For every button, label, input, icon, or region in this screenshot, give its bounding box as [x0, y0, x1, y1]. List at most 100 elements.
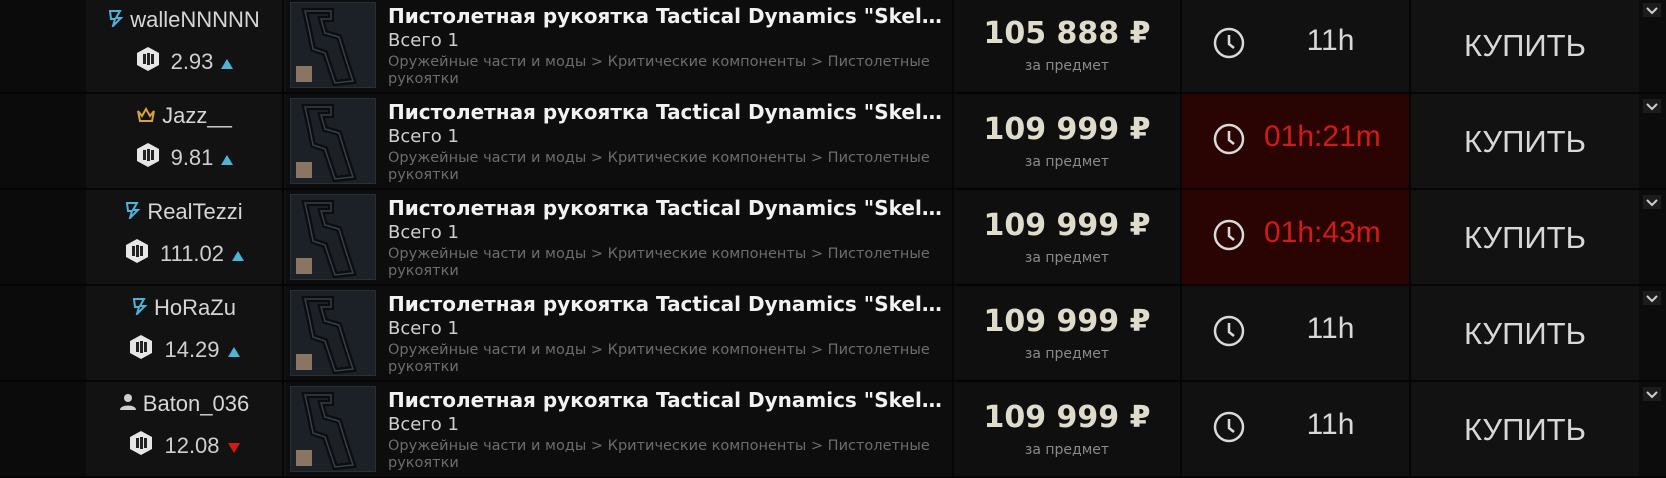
crown-icon	[136, 103, 156, 129]
price-unit-label: за предмет	[1024, 58, 1110, 74]
buy-button-label: КУПИТЬ	[1464, 316, 1586, 351]
item-cell[interactable]: Пистолетная рукоятка Tactical Dynamics "…	[286, 286, 954, 380]
item-thumbnail[interactable]	[290, 98, 376, 184]
clock-icon	[1212, 218, 1246, 256]
seller-rating: 2.93	[170, 49, 214, 74]
reputation-icon	[135, 46, 161, 78]
price-cell: 105 888 ₽ за предмет	[954, 0, 1182, 92]
clock-icon	[1212, 26, 1246, 64]
chevron-down-icon	[1643, 290, 1661, 309]
lightning-icon	[125, 199, 141, 225]
row-spacer	[0, 94, 86, 188]
offer-row: HoRaZu 14.29 Пистолетная рукоятка Tactic…	[0, 286, 1666, 382]
seller-rating: 9.81	[170, 145, 214, 170]
time-left-cell: 01h:21m	[1182, 94, 1411, 188]
item-quantity: Всего 1	[388, 222, 459, 243]
offer-row: walleNNNNN 2.93 Пистолетная рукоятка Tac…	[0, 0, 1666, 94]
time-left-cell: 01h:43m	[1182, 190, 1411, 284]
seller-rating: 111.02	[159, 241, 225, 266]
buy-button-label: КУПИТЬ	[1464, 124, 1586, 159]
seller-rating: 12.08	[164, 433, 220, 458]
row-spacer	[0, 286, 86, 380]
expand-toggle[interactable]	[1639, 286, 1666, 380]
price-cell: 109 999 ₽ за предмет	[954, 382, 1182, 476]
expand-toggle[interactable]	[1639, 190, 1666, 284]
item-category-path: Оружейные части и моды > Критические ком…	[388, 246, 930, 279]
price-cell: 109 999 ₽ за предмет	[954, 94, 1182, 188]
found-in-raid-icon	[296, 354, 312, 370]
buy-button[interactable]: КУПИТЬ	[1411, 94, 1639, 188]
item-thumbnail[interactable]	[290, 2, 376, 88]
time-left: 11h	[1306, 24, 1355, 57]
seller-cell[interactable]: walleNNNNN 2.93	[86, 0, 284, 92]
seller-name[interactable]: Jazz__	[162, 103, 232, 128]
item-quantity: Всего 1	[388, 414, 459, 435]
reputation-icon	[124, 238, 150, 270]
item-quantity: Всего 1	[388, 126, 459, 147]
time-left: 11h	[1306, 312, 1355, 345]
item-thumbnail[interactable]	[290, 386, 376, 472]
price-unit-label: за предмет	[1024, 442, 1110, 458]
seller-cell[interactable]: Jazz__ 9.81	[86, 94, 284, 188]
clock-icon	[1212, 410, 1246, 448]
item-cell[interactable]: Пистолетная рукоятка Tactical Dynamics "…	[286, 382, 954, 476]
item-cell[interactable]: Пистолетная рукоятка Tactical Dynamics "…	[286, 190, 954, 284]
seller-cell[interactable]: Baton_036 12.08	[86, 382, 284, 476]
buy-button[interactable]: КУПИТЬ	[1411, 0, 1639, 92]
offer-row: Baton_036 12.08 Пистолетная рукоятка Tac…	[0, 382, 1666, 478]
item-name: Пистолетная рукоятка Tactical Dynamics "…	[388, 100, 948, 124]
found-in-raid-icon	[296, 162, 312, 178]
expand-toggle[interactable]	[1639, 0, 1666, 92]
item-cell[interactable]: Пистолетная рукоятка Tactical Dynamics "…	[286, 0, 954, 92]
found-in-raid-icon	[296, 258, 312, 274]
offer-row: RealTezzi 111.02 Пистолетная рукоятка Ta…	[0, 190, 1666, 286]
row-spacer	[0, 382, 86, 476]
offer-row: Jazz__ 9.81 Пистолетная рукоятка Tactica…	[0, 94, 1666, 190]
seller-name[interactable]: walleNNNNN	[130, 7, 260, 32]
found-in-raid-icon	[296, 450, 312, 466]
item-thumbnail[interactable]	[290, 194, 376, 280]
row-spacer	[0, 190, 86, 284]
found-in-raid-icon	[296, 66, 312, 82]
seller-name[interactable]: HoRaZu	[154, 295, 236, 320]
item-quantity: Всего 1	[388, 30, 459, 51]
reputation-icon	[128, 430, 154, 462]
clock-icon	[1212, 122, 1246, 160]
expand-toggle[interactable]	[1639, 94, 1666, 188]
buy-button-label: КУПИТЬ	[1464, 412, 1586, 447]
time-left-cell: 11h	[1182, 286, 1411, 380]
reputation-icon	[135, 142, 161, 174]
seller-rating: 14.29	[164, 337, 220, 362]
user-icon	[119, 391, 137, 417]
clock-icon	[1212, 314, 1246, 352]
item-category-path: Оружейные части и моды > Критические ком…	[388, 342, 930, 375]
chevron-down-icon	[1643, 194, 1661, 213]
price: 109 999 ₽	[983, 400, 1151, 435]
seller-cell[interactable]: HoRaZu 14.29	[86, 286, 284, 380]
price-unit-label: за предмет	[1024, 154, 1110, 170]
expand-toggle[interactable]	[1639, 382, 1666, 476]
buy-button-label: КУПИТЬ	[1464, 28, 1586, 63]
rating-down-icon	[227, 433, 240, 459]
time-left-cell: 11h	[1182, 0, 1411, 92]
time-left: 01h:43m	[1264, 216, 1381, 249]
item-cell[interactable]: Пистолетная рукоятка Tactical Dynamics "…	[286, 94, 954, 188]
item-name: Пистолетная рукоятка Tactical Dynamics "…	[388, 292, 948, 316]
row-spacer	[0, 0, 86, 92]
price-unit-label: за предмет	[1024, 346, 1110, 362]
rating-up-icon	[221, 49, 234, 75]
buy-button[interactable]: КУПИТЬ	[1411, 286, 1639, 380]
item-thumbnail[interactable]	[290, 290, 376, 376]
seller-name[interactable]: RealTezzi	[147, 199, 242, 224]
time-left: 01h:21m	[1264, 120, 1381, 153]
buy-button-label: КУПИТЬ	[1464, 220, 1586, 255]
seller-name[interactable]: Baton_036	[143, 391, 249, 416]
price: 109 999 ₽	[983, 304, 1151, 339]
seller-cell[interactable]: RealTezzi 111.02	[86, 190, 284, 284]
price-cell: 109 999 ₽ за предмет	[954, 286, 1182, 380]
lightning-icon	[108, 7, 124, 33]
reputation-icon	[128, 334, 154, 366]
buy-button[interactable]: КУПИТЬ	[1411, 190, 1639, 284]
rating-up-icon	[221, 145, 234, 171]
buy-button[interactable]: КУПИТЬ	[1411, 382, 1639, 476]
